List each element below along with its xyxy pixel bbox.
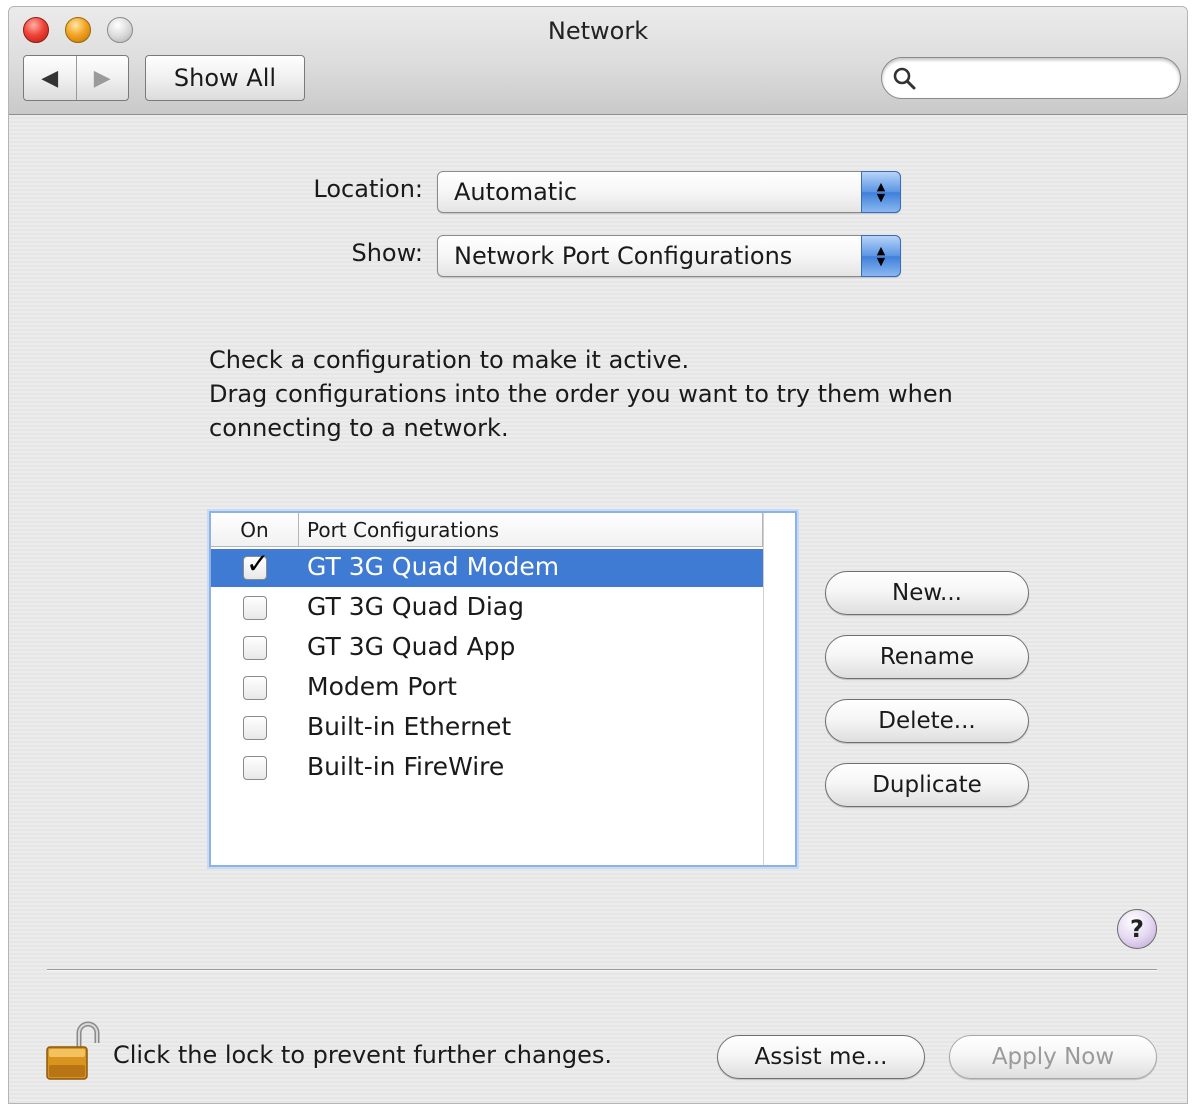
show-value: Network Port Configurations — [454, 242, 793, 270]
instruction-line: connecting to a network. — [209, 414, 509, 442]
port-configuration-name: Built-in Ethernet — [307, 712, 512, 741]
table-row[interactable]: GT 3G Quad App — [211, 629, 763, 667]
active-checkbox[interactable] — [243, 756, 267, 780]
rename-button[interactable]: Rename — [825, 635, 1029, 679]
search-icon — [893, 67, 916, 90]
instruction-line: Check a configuration to make it active. — [209, 346, 690, 374]
lock-status-text: Click the lock to prevent further change… — [113, 1041, 613, 1069]
divider — [47, 969, 1157, 971]
active-checkbox[interactable] — [243, 676, 267, 700]
active-checkbox[interactable] — [243, 716, 267, 740]
table-scrollbar[interactable] — [763, 513, 795, 865]
table-row[interactable]: Built-in FireWire — [211, 749, 763, 787]
assist-me-button[interactable]: Assist me... — [717, 1035, 925, 1079]
delete-button[interactable]: Delete... — [825, 699, 1029, 743]
column-header-on[interactable]: On — [211, 513, 299, 547]
location-value: Automatic — [454, 178, 578, 206]
show-popup[interactable]: Network Port Configurations ▲ ▼ — [437, 235, 901, 277]
network-preferences-window: Network ◀ ▶ Show All Location: Automatic… — [8, 6, 1188, 1104]
instructions-text: Check a configuration to make it active.… — [209, 343, 1049, 445]
popup-arrows-icon: ▲ ▼ — [861, 235, 901, 277]
show-all-button[interactable]: Show All — [145, 55, 305, 101]
checkmark-icon: ✓ — [246, 547, 270, 580]
search-field[interactable] — [881, 57, 1181, 99]
table-row[interactable]: Modem Port — [211, 669, 763, 707]
table-header: On Port Configurations — [211, 513, 795, 547]
search-input[interactable] — [922, 64, 1162, 92]
toolbar: Network ◀ ▶ Show All — [9, 7, 1187, 115]
port-configuration-name: Built-in FireWire — [307, 752, 505, 781]
window-title: Network — [547, 17, 649, 45]
port-configuration-name: GT 3G Quad Modem — [307, 552, 560, 581]
column-header-port-configurations[interactable]: Port Configurations — [299, 513, 763, 547]
port-configuration-name: Modem Port — [307, 672, 457, 701]
back-forward-control: ◀ ▶ — [23, 55, 129, 101]
new-button[interactable]: New... — [825, 571, 1029, 615]
port-configurations-table[interactable]: On Port Configurations ✓ GT 3G Quad Mode… — [209, 511, 797, 867]
apply-now-button[interactable]: Apply Now — [949, 1035, 1157, 1079]
active-checkbox[interactable] — [243, 596, 267, 620]
help-button[interactable]: ? — [1117, 909, 1157, 949]
active-checkbox[interactable] — [243, 636, 267, 660]
port-configuration-name: GT 3G Quad App — [307, 632, 516, 661]
port-configuration-name: GT 3G Quad Diag — [307, 592, 524, 621]
active-checkbox[interactable]: ✓ — [243, 547, 269, 580]
location-popup[interactable]: Automatic ▲ ▼ — [437, 171, 901, 213]
show-label: Show: — [351, 239, 423, 267]
popup-arrows-icon: ▲ ▼ — [861, 171, 901, 213]
location-label: Location: — [313, 175, 423, 203]
unlocked-lock-icon[interactable] — [45, 1019, 101, 1081]
table-row[interactable]: ✓ GT 3G Quad Modem — [211, 547, 763, 587]
table-row[interactable]: Built-in Ethernet — [211, 709, 763, 747]
back-icon[interactable]: ◀ — [24, 56, 77, 100]
duplicate-button[interactable]: Duplicate — [825, 763, 1029, 807]
forward-icon[interactable]: ▶ — [77, 56, 129, 100]
instruction-line: Drag configurations into the order you w… — [209, 380, 953, 408]
table-row[interactable]: GT 3G Quad Diag — [211, 589, 763, 627]
